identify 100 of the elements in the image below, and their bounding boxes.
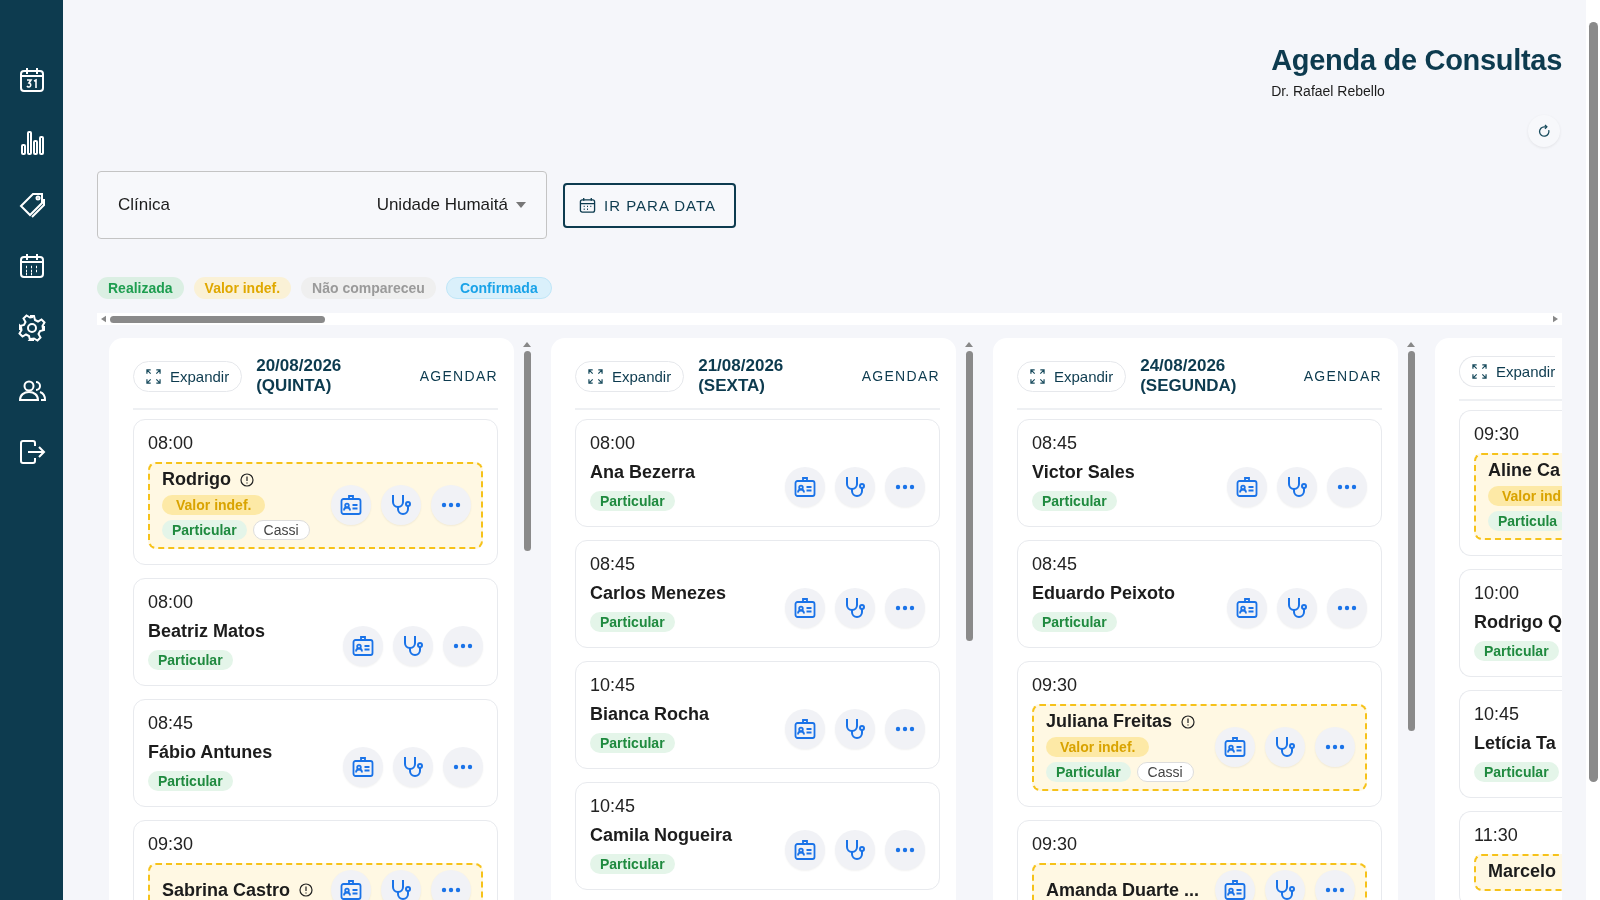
logout-icon[interactable]: [17, 438, 46, 466]
more-icon: [1325, 887, 1345, 893]
appointment-time: 10:45: [590, 675, 637, 696]
calendar-icon[interactable]: [17, 66, 46, 94]
patient-card-button[interactable]: [1227, 587, 1267, 628]
more-button[interactable]: [1315, 726, 1355, 767]
go-to-date-button[interactable]: IR PARA DATA: [563, 182, 737, 228]
patient-card-button[interactable]: [331, 484, 371, 525]
scroll-up-icon[interactable]: [965, 342, 973, 347]
appointment-card[interactable]: 10:45 Letícia Ta Particular: [1459, 690, 1562, 798]
stethoscope-button[interactable]: [1265, 726, 1305, 767]
stethoscope-button[interactable]: [1277, 466, 1317, 507]
appointment-card[interactable]: 08:45 Victor Sales Particular: [1017, 419, 1382, 527]
id-card-icon: [793, 595, 817, 620]
stethoscope-button[interactable]: [835, 466, 875, 507]
appointment-card[interactable]: 08:45 Eduardo Peixoto Particular: [1017, 540, 1382, 648]
patient-name: Rodrigo: [162, 469, 231, 490]
payment-tag: Cassi: [1136, 762, 1194, 782]
appointment-card[interactable]: 09:30 Aline Ca Valor ind Particula: [1459, 410, 1562, 556]
more-button[interactable]: [443, 625, 483, 666]
page-scrollbar[interactable]: [1586, 0, 1600, 900]
appointment-card[interactable]: 08:00 Rodrigo Valor indef. Particular Cassi: [133, 419, 498, 565]
appointment-card[interactable]: 09:30 Sabrina Castro: [133, 820, 498, 900]
schedule-link[interactable]: AGENDAR: [861, 368, 940, 384]
stethoscope-button[interactable]: [393, 625, 433, 666]
patient-card-button[interactable]: [785, 708, 825, 749]
schedule-link[interactable]: AGENDAR: [1303, 368, 1382, 384]
patient-card-button[interactable]: [785, 466, 825, 507]
patient-card-button[interactable]: [1227, 466, 1267, 507]
appointment-time: 09:30: [1032, 675, 1079, 696]
expand-button[interactable]: Expandir: [133, 360, 243, 392]
id-card-icon: [1223, 734, 1247, 759]
more-icon: [895, 604, 915, 611]
more-button[interactable]: [431, 484, 471, 525]
appointment-card[interactable]: 08:00 Beatriz Matos Particular: [133, 578, 498, 686]
appointment-card[interactable]: 11:30 Marcelo: [1459, 811, 1562, 900]
appointment-time: 09:30: [1032, 834, 1079, 855]
patient-name: Fábio Antunes: [148, 742, 273, 763]
expand-button[interactable]: Expandir: [1017, 360, 1127, 392]
scroll-left-icon[interactable]: [101, 315, 106, 323]
appointment-card[interactable]: 09:30 Juliana Freitas Valor indef. Particular Cassi: [1017, 661, 1382, 807]
page-title: Agenda de Consultas: [1271, 44, 1562, 77]
more-button[interactable]: [885, 829, 925, 870]
patient-card-button[interactable]: [331, 870, 371, 900]
patient-name: Victor Sales: [1032, 462, 1135, 483]
stethoscope-button[interactable]: [1277, 587, 1317, 628]
status-tag: Valor indef.: [162, 495, 266, 515]
payment-tag: Particular: [590, 491, 675, 511]
appointment-card[interactable]: 08:45 Fábio Antunes Particular: [133, 699, 498, 807]
more-icon: [453, 642, 473, 649]
stethoscope-button[interactable]: [381, 870, 421, 900]
stethoscope-button[interactable]: [835, 587, 875, 628]
refresh-button[interactable]: [1528, 115, 1560, 147]
stethoscope-button[interactable]: [393, 746, 433, 787]
appointment-card[interactable]: 09:30 Amanda Duarte ...: [1017, 820, 1382, 900]
more-button[interactable]: [885, 708, 925, 749]
clinic-select[interactable]: Clínica Unidade Humaitá: [97, 171, 547, 239]
payment-tag: Particula: [1488, 511, 1562, 531]
settings-icon[interactable]: [17, 314, 46, 342]
more-button[interactable]: [1327, 587, 1367, 628]
expand-button[interactable]: Expandir: [575, 360, 685, 392]
more-button[interactable]: [1315, 870, 1355, 900]
more-button[interactable]: [431, 870, 471, 900]
horizontal-scrollbar[interactable]: [97, 313, 1562, 325]
id-card-icon: [793, 716, 817, 741]
stethoscope-button[interactable]: [381, 484, 421, 525]
calendar-grid-icon[interactable]: [17, 252, 46, 280]
patient-card-button[interactable]: [343, 625, 383, 666]
patient-name: Amanda Duarte ...: [1046, 879, 1200, 900]
appointment-time: 10:45: [590, 796, 637, 817]
patient-name: Juliana Freitas: [1046, 711, 1173, 732]
expand-button[interactable]: Expandir: [1459, 356, 1556, 387]
payment-tag: Cassi: [252, 520, 310, 540]
appointment-card[interactable]: 10:45 Bianca Rocha Particular: [575, 661, 940, 769]
scroll-up-icon[interactable]: [523, 342, 531, 347]
appointment-card[interactable]: 08:00 Ana Bezerra Particular: [575, 419, 940, 527]
scroll-up-icon[interactable]: [1407, 342, 1415, 347]
patient-card-button[interactable]: [343, 746, 383, 787]
patient-card-button[interactable]: [785, 587, 825, 628]
stethoscope-icon: [401, 754, 425, 779]
more-button[interactable]: [1327, 466, 1367, 507]
appointment-card[interactable]: 08:45 Carlos Menezes Particular: [575, 540, 940, 648]
more-button[interactable]: [885, 587, 925, 628]
stethoscope-button[interactable]: [835, 829, 875, 870]
appointment-time: 11:30: [1474, 825, 1519, 846]
tag-icon[interactable]: [17, 190, 46, 218]
stethoscope-button[interactable]: [835, 708, 875, 749]
stethoscope-button[interactable]: [1265, 870, 1305, 900]
more-button[interactable]: [885, 466, 925, 507]
appointment-card[interactable]: 10:00 Rodrigo Q Particular: [1459, 569, 1562, 677]
schedule-link[interactable]: AGENDAR: [419, 368, 498, 384]
more-icon: [895, 483, 915, 490]
appointment-card[interactable]: 10:45 Camila Nogueira Particular: [575, 782, 940, 890]
patient-name: Sabrina Castro: [162, 879, 291, 900]
patient-card-button[interactable]: [785, 829, 825, 870]
scroll-right-icon[interactable]: [1553, 315, 1558, 323]
status-legend-chip: Realizada: [97, 277, 184, 299]
patient-card-button[interactable]: [1215, 870, 1255, 900]
patient-card-button[interactable]: [1215, 726, 1255, 767]
more-button[interactable]: [443, 746, 483, 787]
